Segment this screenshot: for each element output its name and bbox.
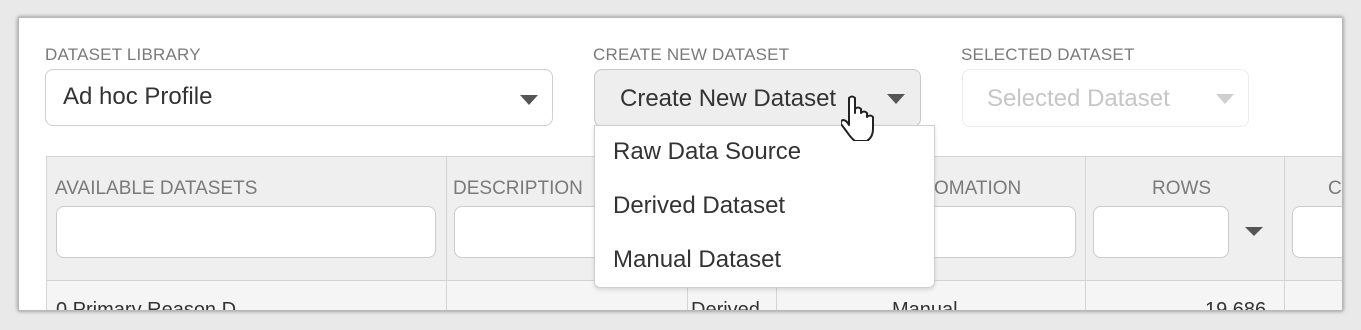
menu-item-manual-dataset[interactable]: Manual Dataset [613, 246, 781, 274]
row-type: Derived [691, 299, 760, 311]
selected-dataset-label: SELECTED DATASET [961, 45, 1135, 64]
dataset-library-value: Ad hoc Profile [63, 83, 213, 110]
chevron-down-icon[interactable] [1245, 227, 1263, 236]
column-separator [1085, 156, 1086, 310]
menu-item-derived-dataset[interactable]: Derived Dataset [613, 192, 785, 220]
dataset-library-label: DATASET LIBRARY [45, 45, 201, 64]
row-dataset-name[interactable]: 0 Primary Reason D... [56, 299, 253, 310]
create-dataset-menu: Raw Data Source Derived Dataset Manual D… [594, 125, 935, 288]
column-separator [446, 156, 447, 310]
available-datasets-filter[interactable] [56, 206, 436, 258]
column-partial[interactable]: C [1328, 178, 1342, 200]
automation-filter[interactable] [924, 206, 1076, 258]
create-new-dataset-label: CREATE NEW DATASET [593, 45, 790, 64]
dataset-library-select[interactable]: Ad hoc Profile [45, 69, 553, 126]
hand-pointer-icon [841, 95, 874, 141]
column-separator [1284, 156, 1285, 310]
column-automation[interactable]: OMATION [934, 178, 1021, 200]
column-description[interactable]: DESCRIPTION [453, 178, 583, 200]
row-automation: Manual [892, 299, 958, 311]
row-rows: 19,686 [1205, 299, 1267, 311]
selected-dataset-select[interactable]: Selected Dataset [962, 69, 1249, 127]
dataset-panel: DATASET LIBRARY CREATE NEW DATASET SELEC… [18, 17, 1343, 311]
chevron-down-icon [1216, 94, 1234, 104]
create-new-dataset-value: Create New Dataset [620, 85, 837, 112]
column-rows[interactable]: ROWS [1152, 178, 1211, 200]
column-available-datasets[interactable]: AVAILABLE DATASETS [55, 178, 257, 200]
rows-filter[interactable] [1093, 206, 1229, 258]
menu-item-raw-data-source[interactable]: Raw Data Source [613, 138, 801, 166]
partial-column-filter[interactable] [1292, 206, 1342, 258]
chevron-down-icon[interactable] [887, 94, 905, 104]
selected-dataset-placeholder: Selected Dataset [987, 85, 1170, 112]
column-separator [46, 156, 47, 310]
chevron-down-icon[interactable] [520, 95, 538, 105]
grid-gutter [24, 156, 46, 310]
